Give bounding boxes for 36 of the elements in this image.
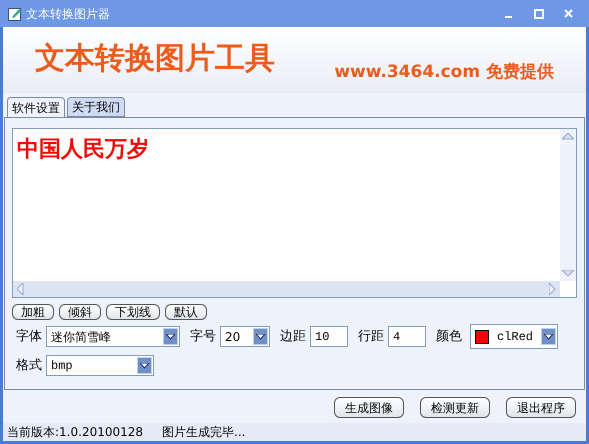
action-button[interactable]: 检测更新	[420, 397, 490, 418]
field-label: 边距	[280, 328, 306, 346]
input-field[interactable]: 4	[388, 326, 426, 347]
horizontal-scrollbar[interactable]	[13, 281, 560, 297]
tab[interactable]: 软件设置	[7, 97, 65, 117]
field-label: 字体	[16, 328, 42, 346]
field-label: 格式	[16, 356, 42, 375]
status-text: 当前版本:1.0.20100128	[6, 424, 144, 441]
dropdown-field[interactable]: bmp	[46, 355, 154, 376]
status-text: 图片生成完毕...	[161, 424, 246, 441]
style-button[interactable]: 倾斜	[59, 304, 101, 320]
scroll-right-icon[interactable]	[549, 283, 556, 295]
banner-tagline: www.3464.com 免费提供	[334, 60, 554, 84]
window-title: 文本转换图片器	[26, 6, 111, 22]
field-label: 字号	[190, 328, 216, 346]
dropdown-field[interactable]: 20	[220, 326, 270, 347]
action-button[interactable]: 生成图像	[334, 397, 404, 418]
style-button[interactable]: 默认	[165, 304, 207, 320]
app-icon	[8, 6, 22, 20]
action-button[interactable]: 退出程序	[506, 397, 576, 418]
field-label: 颜色	[436, 328, 462, 346]
preview-text: 中国人民万岁	[17, 137, 149, 162]
tab[interactable]: 关于我们	[67, 97, 125, 117]
scroll-down-icon[interactable]	[562, 270, 574, 277]
field-label: 行距	[358, 328, 384, 346]
maximize-icon[interactable]	[534, 8, 544, 18]
vertical-scrollbar[interactable]	[560, 129, 576, 281]
style-button[interactable]: 下划线	[106, 304, 160, 320]
style-button[interactable]: 加粗	[12, 304, 54, 320]
color-dropdown[interactable]: clRed	[470, 324, 558, 349]
banner-title: 文本转换图片工具	[35, 40, 275, 78]
scroll-up-icon[interactable]	[562, 133, 574, 140]
dropdown-field[interactable]: 迷你简雪峰	[46, 326, 180, 347]
close-icon[interactable]	[564, 9, 573, 18]
scroll-left-icon[interactable]	[17, 283, 24, 295]
input-field[interactable]: 10	[310, 326, 348, 347]
